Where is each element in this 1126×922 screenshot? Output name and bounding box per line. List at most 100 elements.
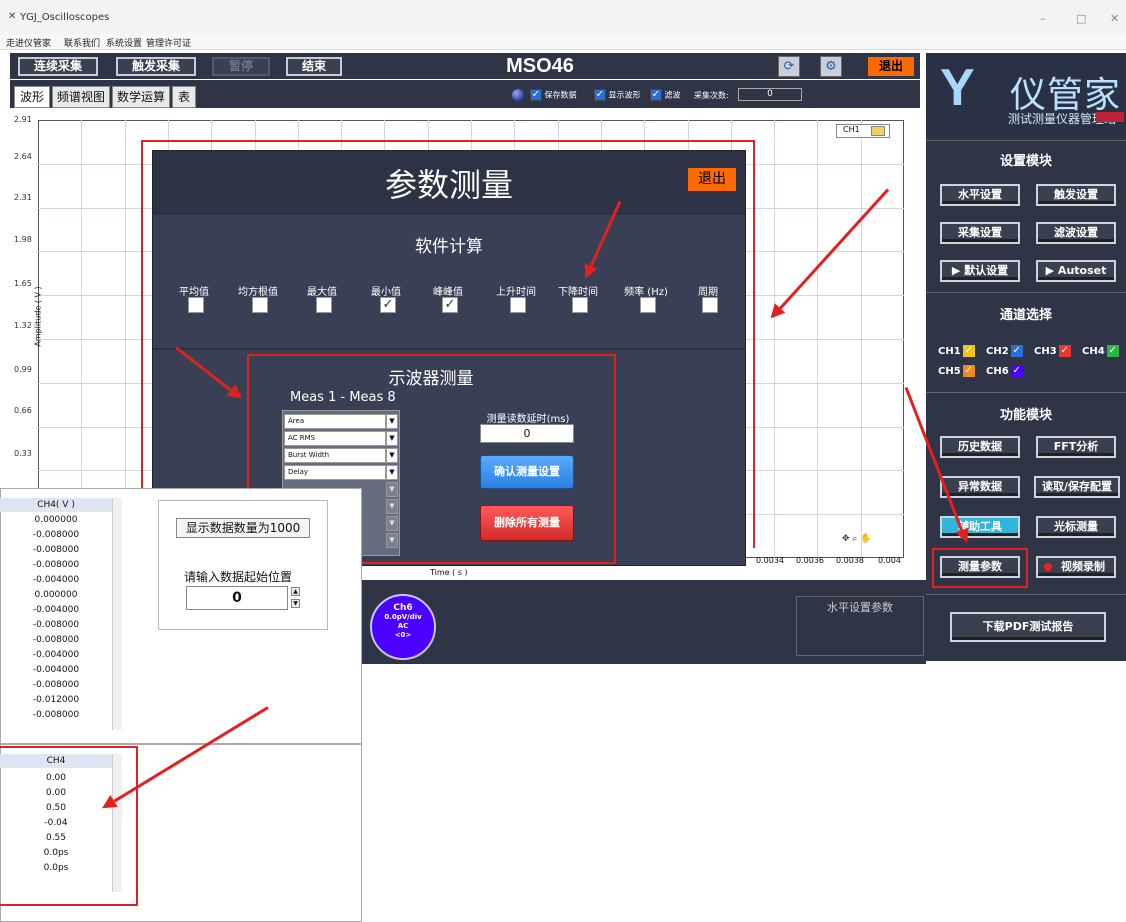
table-row: -0.008000 [32,680,80,690]
table-row: -0.004000 [32,650,80,660]
divider [926,392,1126,393]
param-checkbox[interactable]: ✓ [442,297,458,313]
dropdown-arrow-icon[interactable]: ▼ [386,516,398,531]
menu-item-contact[interactable]: 联系我们 [64,36,100,49]
dropdown-arrow-icon[interactable]: ▼ [386,482,398,497]
logo-accent [1096,112,1124,122]
plot-tools-icon[interactable]: ✥ ⌕ ✋ [842,534,872,544]
ch6-indicator[interactable]: Ch6 0.0pV/div AC <0> [370,594,436,660]
y-tick: 0.99 [14,365,32,374]
ch2-select[interactable]: CH2 ✓ [986,345,1023,357]
ch3-select[interactable]: CH3 ✓ [1034,345,1071,357]
table1-scrollbar[interactable] [112,498,122,730]
dropdown-arrow-icon[interactable]: ▼ [386,533,398,548]
autoset-button[interactable]: ▶ Autoset [1036,260,1116,282]
meas-item[interactable]: AC RMS [284,431,386,446]
menu-item-license[interactable]: 管理许可证 [146,36,191,49]
param-checkbox[interactable] [188,297,204,313]
check-icon[interactable]: ✓ [1106,345,1119,357]
param-checkbox[interactable]: ✓ [380,297,396,313]
tab-math[interactable]: 数学运算 [112,86,170,108]
divider [926,292,1126,293]
end-button[interactable]: 结束 [286,57,342,76]
tab-table[interactable]: 表 [172,86,196,108]
table-row: -0.008000 [32,530,80,540]
show-wave-option[interactable]: ✓ 显示波形 [594,89,641,101]
tab-spectrum[interactable]: 频谱视图 [52,86,110,108]
minimize-button[interactable]: – [1040,12,1046,25]
trigger-acquire-button[interactable]: 触发采集 [116,57,196,76]
checkbox-icon[interactable]: ✓ [650,89,662,101]
ch6-select[interactable]: CH6 ✓ [986,365,1023,377]
spin-down-icon[interactable]: ▼ [291,599,300,608]
param-checkbox[interactable] [572,297,588,313]
ch6-name: Ch6 [393,603,413,613]
check-icon[interactable]: ✓ [962,345,975,357]
ch1-select[interactable]: CH1 ✓ [938,345,975,357]
continuous-acquire-button[interactable]: 连续采集 [18,57,98,76]
meas-item[interactable]: Area [284,414,386,429]
param-checkbox[interactable] [316,297,332,313]
close-button[interactable]: ✕ [1110,12,1119,25]
dropdown-arrow-icon[interactable]: ▼ [386,414,398,429]
video-record-button[interactable]: 视频录制 [1036,556,1116,578]
default-settings-button[interactable]: ▶ 默认设置 [940,260,1020,282]
meas-item[interactable]: Burst Width [284,448,386,463]
filter-option[interactable]: ✓ 滤波 [650,89,681,101]
ch1-label: CH1 [938,346,961,357]
pause-button[interactable]: 暂停 [212,57,270,76]
meas-item[interactable]: Delay [284,465,386,480]
ch5-select[interactable]: CH5 ✓ [938,365,975,377]
x-tick: 0.0036 [796,556,824,565]
check-icon[interactable]: ✓ [962,365,975,377]
spin-up-icon[interactable]: ▲ [291,587,300,596]
abnormal-data-button[interactable]: 异常数据 [940,476,1020,498]
acquire-settings-button[interactable]: 采集设置 [940,222,1020,244]
check-icon[interactable]: ✓ [1010,365,1023,377]
aux-tools-button[interactable]: 辅助工具 [940,516,1020,538]
dropdown-arrow-icon[interactable]: ▼ [386,499,398,514]
save-data-option[interactable]: ✓ 保存数据 [530,89,577,101]
menu-item-about[interactable]: 走进仪管家 [6,36,51,49]
param-label: 平均值 [179,287,209,298]
maximize-button[interactable]: □ [1076,12,1086,25]
y-tick: 0.66 [14,406,32,415]
dropdown-arrow-icon[interactable]: ▼ [386,431,398,446]
checkbox-icon[interactable]: ✓ [594,89,606,101]
count-label: 采集次数: [694,91,729,100]
y-tick: 1.65 [14,279,32,288]
window-title: YGJ_Oscilloscopes [20,12,110,23]
fft-analysis-button[interactable]: FFT分析 [1036,436,1116,458]
tab-waveform[interactable]: 波形 [14,86,50,108]
menu-item-settings[interactable]: 系统设置 [106,36,142,49]
param-checkbox[interactable] [510,297,526,313]
y-tick: 2.31 [14,193,32,202]
exit-button[interactable]: 退出 [868,57,914,76]
dropdown-arrow-icon[interactable]: ▼ [386,465,398,480]
ch4-select[interactable]: CH4 ✓ [1082,345,1119,357]
param-checkbox[interactable] [702,297,718,313]
history-data-button[interactable]: 历史数据 [940,436,1020,458]
load-save-config-button[interactable]: 读取/保存配置 [1034,476,1120,498]
download-report-button[interactable]: 下载PDF测试报告 [950,612,1106,642]
start-position-input[interactable]: 0 [186,586,288,610]
check-icon[interactable]: ✓ [1010,345,1023,357]
gear-icon[interactable]: ⚙ [820,56,842,77]
cursor-measure-button[interactable]: 光标测量 [1036,516,1116,538]
table1-header: CH4( V ) [0,498,112,512]
horizontal-settings-button[interactable]: 水平设置 [940,184,1020,206]
record-icon [1044,563,1052,571]
checkbox-icon[interactable]: ✓ [530,89,542,101]
table-row: -0.008000 [32,545,80,555]
filter-settings-button[interactable]: 滤波设置 [1036,222,1116,244]
y-tick: 2.91 [14,115,32,124]
param-checkbox[interactable] [252,297,268,313]
dropdown-arrow-icon[interactable]: ▼ [386,448,398,463]
table-row: 0.0ps [43,848,69,858]
check-icon[interactable]: ✓ [1058,345,1071,357]
refresh-icon[interactable]: ⟳ [778,56,800,77]
table-row: -0.004000 [32,575,80,585]
trigger-settings-button[interactable]: 触发设置 [1036,184,1116,206]
param-label: 最大值 [307,287,337,298]
param-checkbox[interactable] [640,297,656,313]
